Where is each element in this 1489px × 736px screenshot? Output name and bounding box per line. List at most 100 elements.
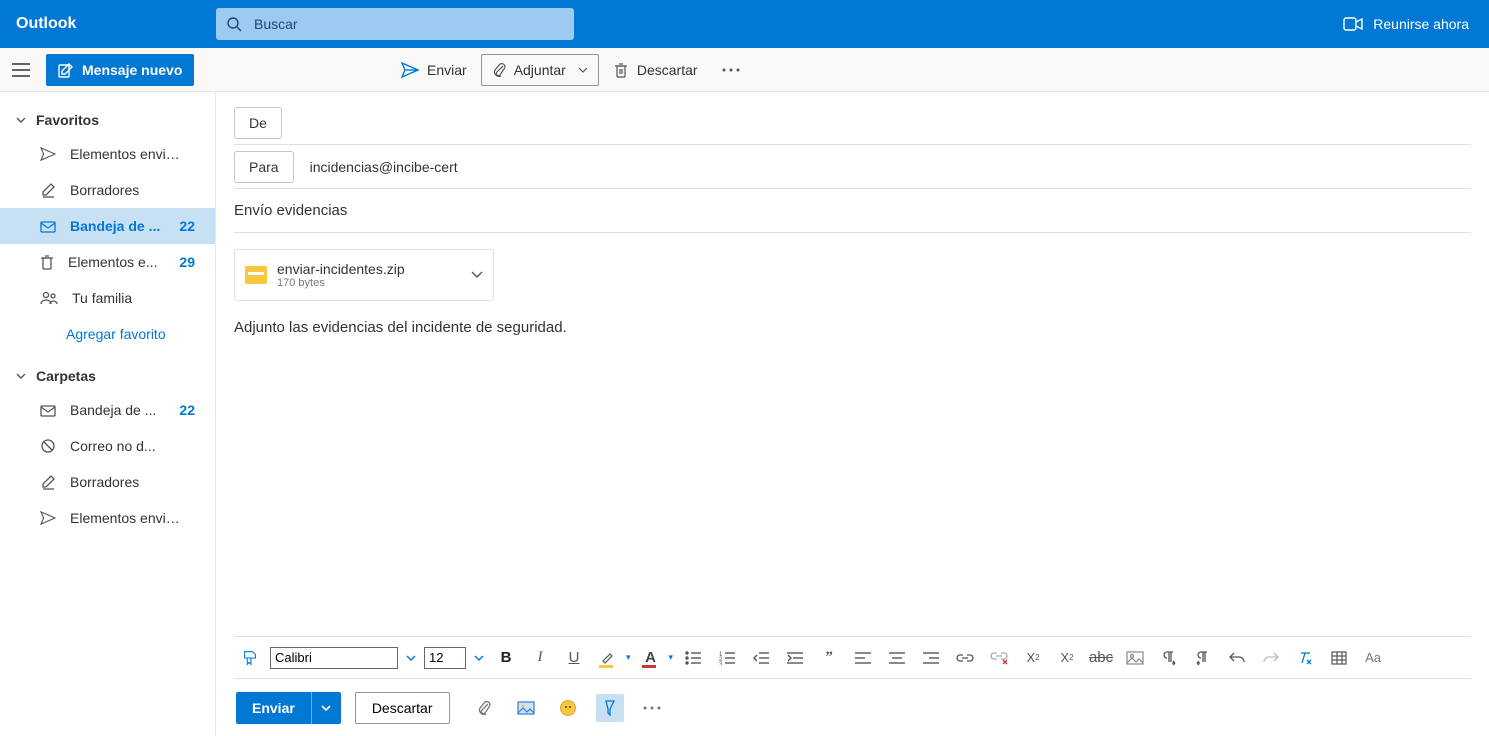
- paperclip-icon[interactable]: [470, 694, 498, 722]
- search-input[interactable]: [254, 16, 564, 32]
- format-painter-icon[interactable]: [236, 644, 264, 672]
- meet-now-button[interactable]: Reunirse ahora: [1343, 16, 1481, 32]
- undo-button[interactable]: [1223, 644, 1251, 672]
- sidebar-item-label: Borradores: [70, 474, 139, 490]
- from-row: De: [234, 101, 1471, 145]
- chevron-down-icon[interactable]: ▾: [626, 652, 631, 663]
- sidebar-item[interactable]: Elementos e...29: [0, 244, 215, 280]
- to-button[interactable]: Para: [234, 151, 294, 183]
- picture-icon[interactable]: [512, 694, 540, 722]
- align-right-button[interactable]: [917, 644, 945, 672]
- send-button-top[interactable]: Enviar: [391, 54, 477, 86]
- new-message-label: Mensaje nuevo: [82, 62, 182, 78]
- insert-table-button[interactable]: [1325, 644, 1353, 672]
- inbox-icon: [40, 219, 56, 233]
- sent-icon: [40, 511, 56, 525]
- send-label-top: Enviar: [427, 62, 467, 78]
- sidebar-item-label: Borradores: [70, 182, 139, 198]
- chevron-down-icon: [16, 117, 26, 123]
- chevron-down-icon[interactable]: [404, 655, 418, 661]
- attach-label: Adjuntar: [514, 62, 566, 78]
- send-button[interactable]: Enviar: [236, 692, 311, 724]
- sidebar-item[interactable]: Bandeja de ...22: [0, 392, 215, 428]
- numbered-list-button[interactable]: 123: [713, 644, 741, 672]
- add-favorite-link[interactable]: Agregar favorito: [0, 316, 215, 352]
- to-row: Para incidencias@incibe-cert: [234, 145, 1471, 189]
- meet-now-label: Reunirse ahora: [1373, 16, 1469, 32]
- more-actions-button[interactable]: [712, 68, 750, 72]
- formatting-toggle-icon[interactable]: [596, 694, 624, 722]
- svg-text:3: 3: [719, 662, 723, 665]
- subject-row[interactable]: Envío evidencias: [234, 189, 1471, 233]
- font-color-button[interactable]: A: [637, 644, 665, 672]
- discard-button-top[interactable]: Descartar: [603, 54, 708, 86]
- chevron-down-icon[interactable]: [472, 655, 486, 661]
- remove-link-button[interactable]: [985, 644, 1013, 672]
- ltr-button[interactable]: [1155, 644, 1183, 672]
- sidebar-item[interactable]: Tu familia: [0, 280, 215, 316]
- text-case-button[interactable]: Aa: [1359, 644, 1387, 672]
- subscript-button[interactable]: X2: [1053, 644, 1081, 672]
- junk-icon: [40, 438, 56, 454]
- quote-button[interactable]: ”: [815, 644, 843, 672]
- bullet-list-button[interactable]: [679, 644, 707, 672]
- redo-button[interactable]: [1257, 644, 1285, 672]
- italic-button[interactable]: I: [526, 644, 554, 672]
- font-name-select[interactable]: [270, 647, 398, 669]
- new-message-button[interactable]: Mensaje nuevo: [46, 54, 194, 86]
- font-size-select[interactable]: [424, 647, 466, 669]
- sidebar-item[interactable]: Bandeja de ...22: [0, 208, 215, 244]
- hamburger-icon[interactable]: [12, 63, 30, 77]
- sidebar-item[interactable]: Elementos envia...: [0, 500, 215, 536]
- sent-icon: [40, 147, 56, 161]
- sidebar-item-label: Elementos envia...: [70, 510, 180, 526]
- trash-icon: [40, 254, 54, 270]
- outdent-button[interactable]: [747, 644, 775, 672]
- search-field[interactable]: [216, 8, 574, 40]
- superscript-button[interactable]: X2: [1019, 644, 1047, 672]
- drafts-icon: [40, 182, 56, 198]
- group-icon: [40, 291, 58, 305]
- paperclip-icon: [492, 62, 506, 78]
- strikethrough-button[interactable]: abc: [1087, 644, 1115, 672]
- message-body[interactable]: Adjunto las evidencias del incidente de …: [234, 309, 1471, 346]
- sidebar-item-label: Tu familia: [72, 290, 132, 306]
- clear-format-button[interactable]: [1291, 644, 1319, 672]
- underline-button[interactable]: U: [560, 644, 588, 672]
- more-icon[interactable]: [638, 694, 666, 722]
- folders-header[interactable]: Carpetas: [0, 366, 215, 392]
- sidebar-item[interactable]: Correo no d...: [0, 428, 215, 464]
- format-toolbar: B I U ▾ A ▾ 123 ”: [234, 636, 1471, 678]
- compose-bottom-bar: Enviar Descartar: [234, 678, 1471, 736]
- align-center-button[interactable]: [883, 644, 911, 672]
- favorites-header[interactable]: Favoritos: [0, 110, 215, 136]
- insert-link-button[interactable]: [951, 644, 979, 672]
- command-bar: Mensaje nuevo Enviar Adjuntar Descartar: [0, 48, 1489, 92]
- attachment-size: 170 bytes: [277, 277, 461, 289]
- discard-button[interactable]: Descartar: [355, 692, 450, 724]
- chevron-down-icon[interactable]: ▾: [669, 652, 674, 663]
- sidebar-item[interactable]: Elementos envia...: [0, 136, 215, 172]
- chevron-down-icon: [16, 373, 26, 379]
- video-icon: [1343, 17, 1363, 31]
- favorites-label: Favoritos: [36, 112, 99, 128]
- sidebar-item[interactable]: Borradores: [0, 464, 215, 500]
- rtl-button[interactable]: [1189, 644, 1217, 672]
- emoji-icon[interactable]: [554, 694, 582, 722]
- send-dropdown-button[interactable]: [311, 692, 341, 724]
- align-left-button[interactable]: [849, 644, 877, 672]
- highlight-button[interactable]: [594, 644, 622, 672]
- indent-button[interactable]: [781, 644, 809, 672]
- bold-button[interactable]: B: [492, 644, 520, 672]
- insert-image-button[interactable]: [1121, 644, 1149, 672]
- sidebar-item-label: Correo no d...: [70, 438, 156, 454]
- chevron-down-icon[interactable]: [471, 271, 483, 279]
- to-value[interactable]: incidencias@incibe-cert: [310, 159, 458, 175]
- folders-label: Carpetas: [36, 368, 96, 384]
- attach-button[interactable]: Adjuntar: [481, 54, 599, 86]
- send-split-button: Enviar: [236, 692, 341, 724]
- attachment-chip[interactable]: enviar-incidentes.zip 170 bytes: [234, 249, 494, 301]
- sidebar-item[interactable]: Borradores: [0, 172, 215, 208]
- subject-text: Envío evidencias: [234, 202, 347, 219]
- from-button[interactable]: De: [234, 107, 282, 139]
